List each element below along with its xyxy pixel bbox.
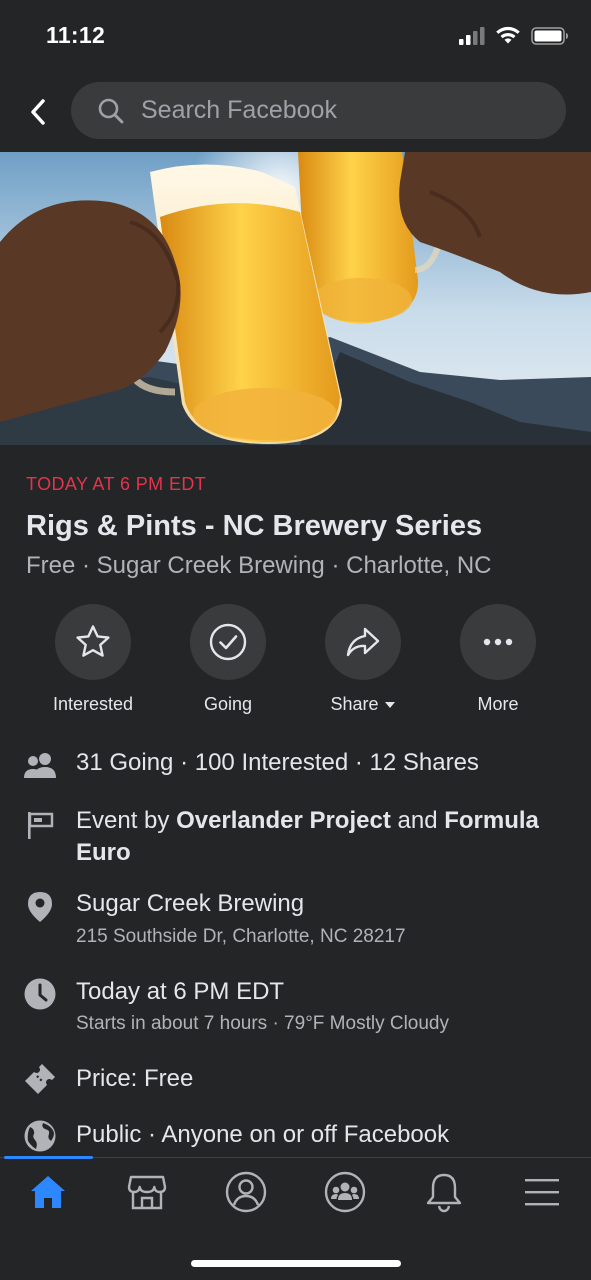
more-button[interactable]: More [433, 604, 563, 715]
event-title: Rigs & Pints - NC Brewery Series [26, 510, 483, 542]
status-time: 11:12 [46, 22, 106, 48]
hosts-connector: and [390, 807, 445, 834]
location-pin-icon [28, 892, 52, 922]
search-icon [98, 98, 124, 123]
home-icon [31, 1176, 65, 1208]
attendance-text: 31 Going · 100 Interested · 12 Shares [76, 749, 479, 776]
nav-bar: Search Facebook [0, 70, 591, 152]
profile-icon [225, 1171, 267, 1213]
people-icon [24, 753, 56, 778]
marketplace-icon [127, 1175, 167, 1210]
globe-icon [24, 1120, 56, 1152]
event-date: TODAY AT 6 PM EDT [26, 474, 207, 494]
going-label: Going [203, 694, 253, 714]
star-icon [76, 625, 110, 657]
tab-profile[interactable] [213, 1168, 279, 1216]
going-button[interactable]: Going [163, 604, 293, 715]
wifi-icon [496, 26, 520, 44]
location-address: 215 Southside Dr, Charlotte, NC 28217 [76, 926, 406, 947]
share-label: Share [330, 694, 379, 714]
menu-icon [525, 1179, 559, 1206]
interested-label: Interested [52, 694, 134, 714]
event-actions: Interested Going Share More [0, 604, 591, 716]
tab-home[interactable] [15, 1168, 81, 1216]
privacy-text: Public · Anyone on or off Facebook [76, 1121, 450, 1148]
flag-icon [28, 812, 54, 839]
ticket-icon [25, 1064, 55, 1094]
share-button[interactable]: Share [298, 604, 428, 715]
active-tab-indicator [4, 1156, 93, 1159]
signal-icon [459, 26, 485, 45]
host-link-overlander[interactable]: Overlander Project [176, 807, 391, 834]
status-bar: 11:12 [0, 0, 591, 70]
back-arrow-icon [31, 99, 45, 125]
search-input[interactable]: Search Facebook [71, 82, 566, 139]
more-label: More [477, 694, 519, 714]
event-cover-photo[interactable] [0, 152, 591, 445]
bell-icon [426, 1173, 462, 1213]
time-sub: Starts in about 7 hours · 79°F Mostly Cl… [76, 1013, 449, 1034]
more-dots-icon [483, 638, 513, 646]
groups-icon [324, 1171, 366, 1213]
share-arrow-icon [346, 627, 380, 657]
hosts-prefix: Event by [76, 807, 177, 834]
event-header: TODAY AT 6 PM EDT Rigs & Pints - NC Brew… [26, 474, 571, 580]
time-main: Today at 6 PM EDT [76, 978, 285, 1005]
interested-button[interactable]: Interested [28, 604, 158, 715]
check-circle-icon [209, 623, 247, 661]
tab-notifications[interactable] [411, 1168, 477, 1216]
status-icons [459, 26, 569, 45]
battery-icon [531, 26, 568, 45]
event-subtitle: Free · Sugar Creek Brewing · Charlotte, … [26, 552, 492, 579]
tab-groups[interactable] [312, 1168, 378, 1216]
price-text: Price: Free [76, 1065, 194, 1092]
caret-down-icon [384, 701, 395, 708]
tab-marketplace[interactable] [114, 1168, 180, 1216]
clock-icon [24, 978, 56, 1010]
back-button[interactable] [22, 92, 54, 132]
search-placeholder: Search Facebook [141, 96, 337, 124]
home-indicator [191, 1260, 401, 1267]
location-name: Sugar Creek Brewing [76, 890, 305, 917]
beer-toast-image [0, 152, 591, 445]
tab-menu[interactable] [509, 1168, 575, 1216]
